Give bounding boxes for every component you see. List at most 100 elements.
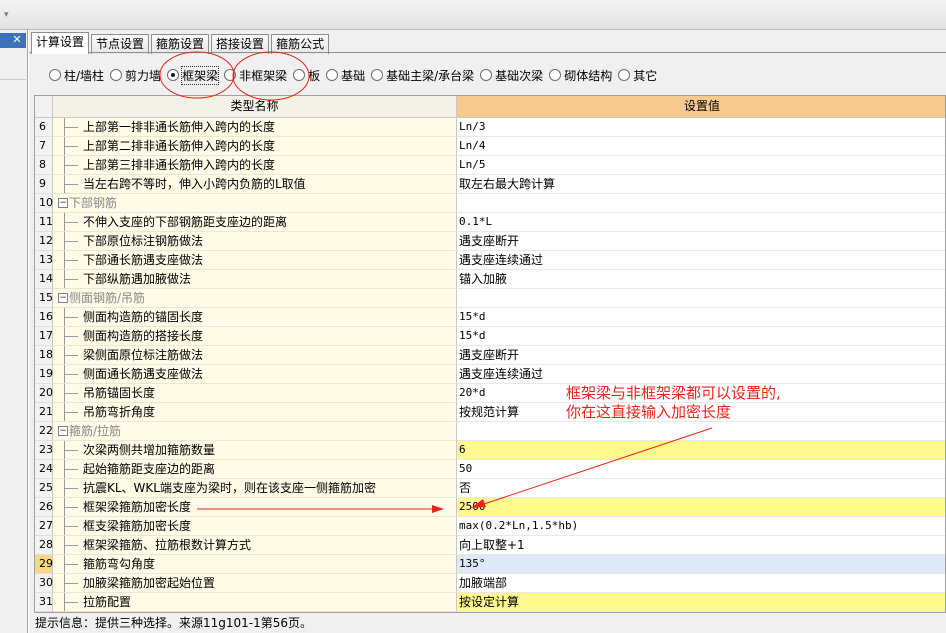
row-number: 26 [35,498,53,517]
table-row[interactable]: 25 抗震KL、WKL端支座为梁时，则在该支座一侧箍筋加密 否 [35,479,945,498]
settings-table: 类型名称 设置值 6 上部第一排非通长筋伸入跨内的长度 Ln/3 7 上部第二排非通长筋… [34,95,946,613]
radio-button[interactable] [293,69,306,81]
table-row[interactable]: 13 下部通长筋遇支座做法 遇支座连续通过 [35,251,945,270]
tab-bar: 计算设置 节点设置 箍筋设置 搭接设置 箍筋公式 [31,32,331,54]
setting-value-cell[interactable]: 取左右最大跨计算 [457,175,945,194]
radio-option-6[interactable]: 基础主梁/承台梁 [371,67,474,84]
setting-name-cell: 梁侧面原位标注筋做法 [53,346,457,365]
radio-option-5[interactable]: 基础 [326,67,365,84]
collapse-icon[interactable]: − [58,426,68,436]
setting-value-cell[interactable]: Ln/4 [457,137,945,156]
setting-value-cell[interactable]: 135° [457,555,945,574]
annotation-line-1: 框架梁与非框架梁都可以设置的, [566,384,781,402]
radio-option-7[interactable]: 基础次梁 [480,67,543,84]
radio-option-0[interactable]: 柱/墙柱 [49,67,104,84]
setting-value-cell[interactable]: 加腋端部 [457,574,945,593]
table-body: 6 上部第一排非通长筋伸入跨内的长度 Ln/3 7 上部第二排非通长筋伸入跨内的长度 Ln… [35,118,945,612]
setting-value-cell[interactable]: 15*d [457,308,945,327]
setting-value-cell[interactable]: 向上取整+1 [457,536,945,555]
table-row[interactable]: 14 下部纵筋遇加腋做法 锚入加腋 [35,270,945,289]
table-row[interactable]: 22− 箍筋/拉筋 [35,422,945,441]
radio-label: 基础主梁/承台梁 [386,68,475,83]
tab-0[interactable]: 计算设置 [31,32,90,54]
radio-button[interactable] [224,69,237,81]
setting-name-cell: 不伸入支座的下部钢筋距支座边的距离 [53,213,457,232]
setting-value-cell[interactable]: 6 [457,441,945,460]
header-row-number [35,96,53,118]
table-row[interactable]: 20 吊筋锚固长度 20*d [35,384,945,403]
setting-value-cell[interactable]: 遇支座连续通过 [457,365,945,384]
radio-option-4[interactable]: 板 [293,67,320,84]
setting-name-cell: 吊筋弯折角度 [53,403,457,422]
radio-button[interactable] [618,69,631,81]
radio-option-3[interactable]: 非框架梁 [224,67,287,84]
radio-button[interactable] [549,69,562,81]
radio-option-1[interactable]: 剪力墙 [110,67,161,84]
tab-1[interactable]: 节点设置 [91,34,150,54]
table-row[interactable]: 11 不伸入支座的下部钢筋距支座边的距离 0.1*L [35,213,945,232]
row-number: 22 [35,422,53,441]
radio-button[interactable] [480,69,493,81]
setting-value-cell[interactable]: max(0.2*Ln,1.5*hb) [457,517,945,536]
setting-value-cell[interactable]: Ln/3 [457,118,945,137]
component-type-selector: 柱/墙柱 剪力墙 框架梁 非框架梁 板 基础 基础主梁/承台梁 基础次梁 砌体结构 其它 [49,65,663,85]
radio-button[interactable] [167,69,180,81]
setting-name-cell: 上部第三排非通长筋伸入跨内的长度 [53,156,457,175]
close-icon[interactable]: ✕ [8,32,26,47]
table-row[interactable]: 29 箍筋弯勾角度 135° [35,555,945,574]
collapse-icon[interactable]: − [58,198,68,208]
tree-line [64,184,78,185]
setting-value-cell[interactable]: 按设定计算 [457,593,945,612]
setting-name-cell: 框架梁箍筋、拉筋根数计算方式 [53,536,457,555]
radio-button[interactable] [110,69,123,81]
table-row[interactable]: 15− 侧面钢筋/吊筋 [35,289,945,308]
table-row[interactable]: 26 框架梁箍筋加密长度 2500 [35,498,945,517]
tab-4[interactable]: 箍筋公式 [271,34,330,54]
tab-2[interactable]: 箍筋设置 [151,34,210,54]
table-row[interactable]: 31 拉筋配置 按设定计算 [35,593,945,612]
setting-value-cell[interactable]: 0.1*L [457,213,945,232]
table-row[interactable]: 21 吊筋弯折角度 按规范计算 [35,403,945,422]
tree-line [64,602,78,603]
tree-line [64,507,78,508]
table-row[interactable]: 7 上部第二排非通长筋伸入跨内的长度 Ln/4 [35,137,945,156]
setting-value-cell[interactable]: 锚入加腋 [457,270,945,289]
table-row[interactable]: 18 梁侧面原位标注筋做法 遇支座断开 [35,346,945,365]
row-number: 10 [35,194,53,213]
table-row[interactable]: 12 下部原位标注钢筋做法 遇支座断开 [35,232,945,251]
setting-name-cell: 当左右跨不等时，伸入小跨内负筋的L取值 [53,175,457,194]
table-row[interactable]: 27 框支梁箍筋加密长度 max(0.2*Ln,1.5*hb) [35,517,945,536]
table-row[interactable]: 17 侧面构造筋的搭接长度 15*d [35,327,945,346]
radio-button[interactable] [371,69,384,81]
setting-value-cell[interactable]: 否 [457,479,945,498]
collapse-icon[interactable]: − [58,293,68,303]
table-row[interactable]: 24 起始箍筋距支座边的距离 50 [35,460,945,479]
table-row[interactable]: 23 次梁两侧共增加箍筋数量 6 [35,441,945,460]
table-row[interactable]: 16 侧面构造筋的锚固长度 15*d [35,308,945,327]
radio-option-9[interactable]: 其它 [618,67,657,84]
table-row[interactable]: 19 侧面通长筋遇支座做法 遇支座连续通过 [35,365,945,384]
chevron-down-icon[interactable]: ▾ [4,8,22,22]
setting-value-cell[interactable]: 50 [457,460,945,479]
radio-option-2[interactable]: 框架梁 [167,65,220,85]
setting-value-cell[interactable]: 15*d [457,327,945,346]
radio-button[interactable] [49,69,61,81]
setting-value-cell[interactable]: 遇支座连续通过 [457,251,945,270]
setting-value-cell[interactable]: 遇支座断开 [457,232,945,251]
setting-name-cell: 上部第一排非通长筋伸入跨内的长度 [53,118,457,137]
setting-value-cell[interactable]: Ln/5 [457,156,945,175]
table-row[interactable]: 28 框架梁箍筋、拉筋根数计算方式 向上取整+1 [35,536,945,555]
setting-value-cell[interactable]: 遇支座断开 [457,346,945,365]
radio-option-8[interactable]: 砌体结构 [549,67,612,84]
table-row[interactable]: 30 加腋梁箍筋加密起始位置 加腋端部 [35,574,945,593]
table-row[interactable]: 6 上部第一排非通长筋伸入跨内的长度 Ln/3 [35,118,945,137]
radio-button[interactable] [326,69,339,81]
setting-value-cell[interactable]: 2500 [457,498,945,517]
setting-name: 上部第一排非通长筋伸入跨内的长度 [83,120,276,134]
table-row[interactable]: 8 上部第三排非通长筋伸入跨内的长度 Ln/5 [35,156,945,175]
row-number: 29 [35,555,53,574]
tree-line [64,393,78,394]
table-row[interactable]: 10− 下部钢筋 [35,194,945,213]
table-row[interactable]: 9 当左右跨不等时，伸入小跨内负筋的L取值 取左右最大跨计算 [35,175,945,194]
tab-3[interactable]: 搭接设置 [211,34,270,54]
